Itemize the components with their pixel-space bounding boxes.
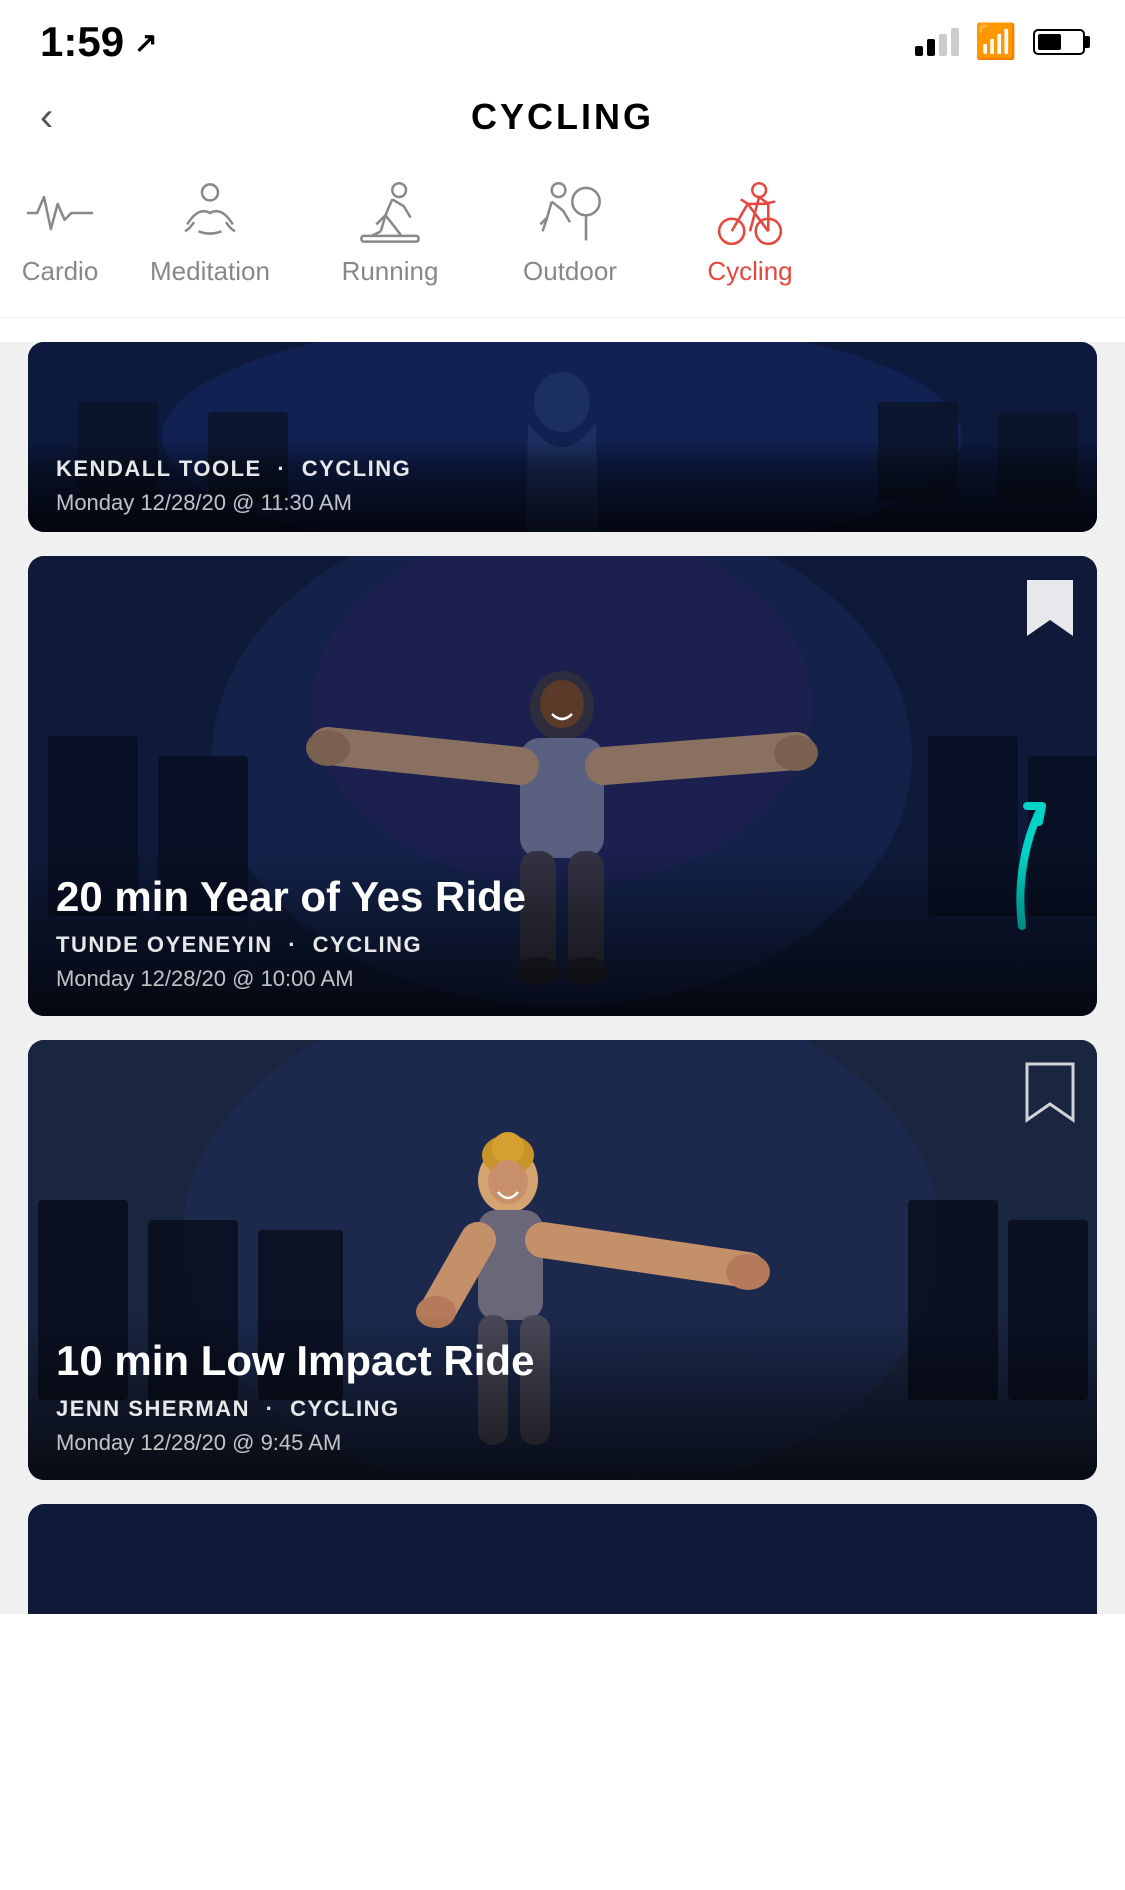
card-instructor-tunde: TUNDE OYENEYIN · CYCLING bbox=[56, 932, 1069, 958]
bookmark-button-tunde[interactable] bbox=[1023, 576, 1077, 640]
sidebar-item-outdoor[interactable]: Outdoor bbox=[480, 168, 660, 297]
card-instructor-kendall: KENDALL TOOLE · CYCLING bbox=[56, 456, 1069, 482]
meditation-label: Meditation bbox=[150, 256, 270, 287]
category-nav: Cardio Meditation bbox=[0, 158, 1125, 318]
back-button[interactable]: ‹ bbox=[40, 95, 53, 140]
bookmark-button-jenn[interactable] bbox=[1023, 1060, 1077, 1124]
class-card-kendall[interactable]: KENDALL TOOLE · CYCLING Monday 12/28/20 … bbox=[28, 342, 1097, 532]
battery-icon bbox=[1033, 29, 1085, 55]
meditation-icon bbox=[170, 178, 250, 248]
outdoor-label: Outdoor bbox=[523, 256, 617, 287]
location-icon: ↗ bbox=[134, 26, 157, 59]
card-datetime-jenn: Monday 12/28/20 @ 9:45 AM bbox=[56, 1430, 1069, 1456]
card-overlay-jenn: 10 min Low Impact Ride JENN SHERMAN · CY… bbox=[28, 1314, 1097, 1480]
class-card-tunde[interactable]: 20 min Year of Yes Ride TUNDE OYENEYIN ·… bbox=[28, 556, 1097, 1016]
card-instructor-jenn: JENN SHERMAN · CYCLING bbox=[56, 1396, 1069, 1422]
outdoor-icon bbox=[530, 178, 610, 248]
cardio-icon bbox=[20, 178, 100, 248]
card-overlay-tunde: 20 min Year of Yes Ride TUNDE OYENEYIN ·… bbox=[28, 850, 1097, 1016]
class-card-bottom-partial[interactable] bbox=[28, 1504, 1097, 1614]
card-title-tunde: 20 min Year of Yes Ride bbox=[56, 874, 1069, 920]
cardio-label: Cardio bbox=[22, 256, 99, 287]
page-title: CYCLING bbox=[471, 96, 654, 138]
running-label: Running bbox=[342, 256, 439, 287]
signal-icon bbox=[915, 28, 959, 56]
sidebar-item-cardio[interactable]: Cardio bbox=[0, 168, 120, 297]
status-icons: 📶 bbox=[915, 22, 1085, 62]
class-card-jenn[interactable]: 10 min Low Impact Ride JENN SHERMAN · CY… bbox=[28, 1040, 1097, 1480]
cycling-icon bbox=[710, 178, 790, 248]
card-title-jenn: 10 min Low Impact Ride bbox=[56, 1338, 1069, 1384]
page-header: ‹ CYCLING bbox=[0, 76, 1125, 158]
running-icon bbox=[350, 178, 430, 248]
sidebar-item-meditation[interactable]: Meditation bbox=[120, 168, 300, 297]
card-datetime-tunde: Monday 12/28/20 @ 10:00 AM bbox=[56, 966, 1069, 992]
sidebar-item-cycling[interactable]: Cycling bbox=[660, 168, 840, 297]
content-area: KENDALL TOOLE · CYCLING Monday 12/28/20 … bbox=[0, 342, 1125, 1614]
card-datetime-kendall: Monday 12/28/20 @ 11:30 AM bbox=[56, 490, 1069, 516]
card-overlay-kendall: KENDALL TOOLE · CYCLING Monday 12/28/20 … bbox=[28, 440, 1097, 532]
status-time: 1:59 ↗ bbox=[40, 18, 158, 66]
status-bar: 1:59 ↗ 📶 bbox=[0, 0, 1125, 76]
card-bg-bottom bbox=[28, 1504, 1097, 1614]
time-display: 1:59 bbox=[40, 18, 124, 66]
cycling-label: Cycling bbox=[707, 256, 792, 287]
sidebar-item-running[interactable]: Running bbox=[300, 168, 480, 297]
wifi-icon: 📶 bbox=[975, 22, 1017, 62]
